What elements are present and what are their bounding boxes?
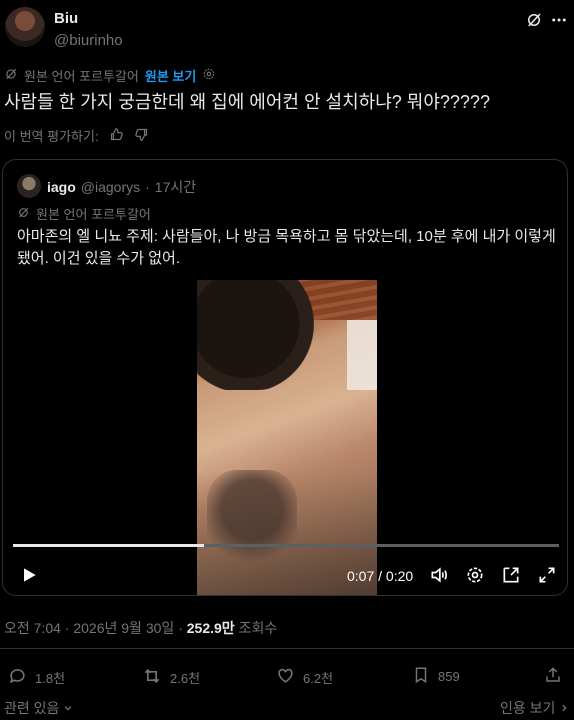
show-original-link[interactable]: 원본 보기 [145,66,196,85]
video-player[interactable] [197,280,377,595]
quote-header: iago @iagorys · 17시간 [47,177,196,197]
video-time-separator: / [378,568,383,584]
view-quotes-link[interactable]: 인용 보기 [500,698,569,718]
translate-icon [17,206,30,222]
bookmark-count: 859 [438,669,460,684]
translation-label: 원본 언어 포르투갈어 [24,69,139,84]
view-quotes-label[interactable]: 인용 보기 [500,698,555,718]
video-frame-beard [207,470,297,570]
video-frame-hair [197,280,317,390]
repost-count: 2.6천 [170,671,201,686]
rate-translation: 이 번역 평가하기: [4,126,149,145]
like-icon[interactable] [276,666,295,688]
meta-dot: · [64,620,70,636]
volume-icon[interactable] [428,564,450,586]
reply-button[interactable]: 1.8천 [8,666,65,688]
like-button[interactable]: 6.2천 [276,666,333,688]
quote-avatar[interactable] [17,174,41,198]
share-button[interactable] [544,666,562,687]
author-avatar[interactable] [5,7,45,47]
view-label: 조회수 [238,620,278,636]
video-settings-icon[interactable] [464,564,486,586]
quote-text: 아마존의 엘 니뇨 주제: 사람들아, 나 방금 목욕하고 몸 닦았는데, 10… [17,228,556,267]
sort-relevant[interactable]: 관련 있음 [4,698,73,718]
author-handle[interactable]: @biurinho [54,32,123,49]
thumb-up-icon[interactable] [109,127,124,145]
fullscreen-icon[interactable] [536,564,558,586]
tweet-date[interactable]: 2026년 9월 30일 [73,620,174,636]
quote-translation-label: 원본 언어 포르투갈어 [36,207,151,222]
more-icon[interactable] [548,9,570,31]
translation-bar: 원본 언어 포르투갈어 원본 보기 [4,66,216,85]
quote-translation-bar: 원본 언어 포르투갈어 [17,204,151,223]
tweet-text: 사람들 한 가지 궁금한데 왜 집에 에어컨 안 설치하냐? 뭐야????? [4,92,490,112]
author-name[interactable]: Biu [54,10,78,27]
quote-dot: · [145,179,150,195]
meta-dot-2: · [178,620,183,636]
view-count: 252.9만 [186,620,235,636]
tweet-time[interactable]: 오전 7:04 [4,620,61,636]
reply-icon[interactable] [8,666,27,688]
quote-time[interactable]: 17시간 [155,177,196,197]
tweet-meta: 오전 7:04 · 2026년 9월 30일 · 252.9만 조회수 [4,618,277,638]
video-current-time: 0:07 [347,568,375,584]
settings-icon[interactable] [202,67,216,84]
play-icon[interactable] [19,565,39,585]
translate-icon [4,67,18,84]
bookmark-button[interactable]: 859 [412,666,460,687]
bookmark-icon[interactable] [412,666,430,687]
quoted-tweet[interactable]: iago @iagorys · 17시간 원본 언어 포르투갈어 아마존의 엘 … [2,159,568,596]
rate-label: 이 번역 평가하기: [4,129,99,144]
chevron-down-icon [63,700,73,716]
video-duration: 0:20 [385,568,414,584]
divider [0,648,574,649]
share-icon[interactable] [544,666,562,687]
repost-button[interactable]: 2.6천 [142,666,200,689]
pip-icon[interactable] [500,564,522,586]
quote-name[interactable]: iago [47,179,76,195]
reply-count: 1.8천 [35,670,66,686]
grok-icon[interactable] [523,9,545,31]
chevron-right-icon [559,700,569,716]
repost-icon[interactable] [142,666,162,689]
like-count: 6.2천 [303,670,334,686]
video-frame-window [347,320,377,390]
quote-handle[interactable]: @iagorys [81,179,140,195]
video-time: 0:07 / 0:20 [347,568,413,584]
video-progress-fill[interactable] [13,544,205,547]
thumb-down-icon[interactable] [134,127,149,145]
sort-label[interactable]: 관련 있음 [4,698,59,718]
